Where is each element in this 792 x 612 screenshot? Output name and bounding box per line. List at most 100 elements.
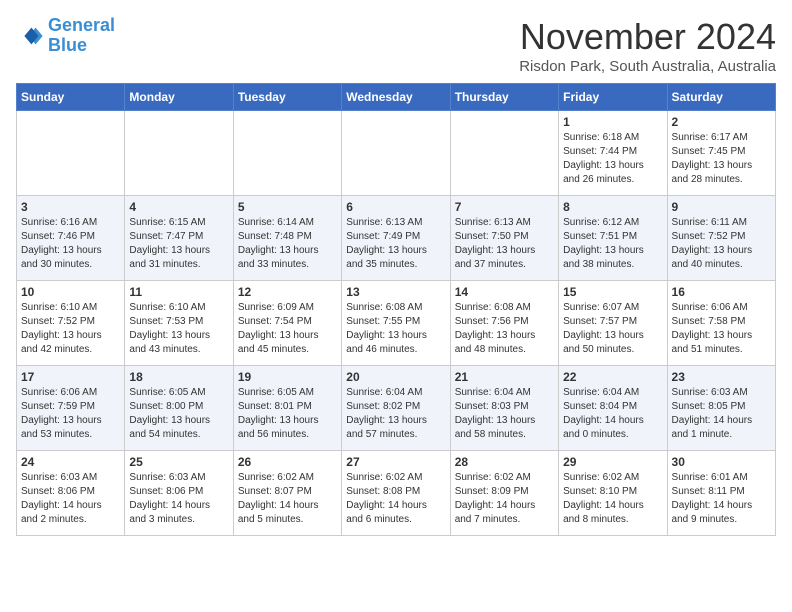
day-header-tuesday: Tuesday [233,84,341,111]
day-info: Sunrise: 6:05 AM Sunset: 8:00 PM Dayligh… [129,386,228,442]
day-number: 12 [238,285,337,299]
calendar-cell: 19Sunrise: 6:05 AM Sunset: 8:01 PM Dayli… [233,366,341,451]
day-info: Sunrise: 6:16 AM Sunset: 7:46 PM Dayligh… [21,216,120,272]
location: Risdon Park, South Australia, Australia [519,58,776,75]
calendar-cell: 24 Sunrise: 6:03 AM Sunset: 8:06 PM Dayli… [17,451,125,536]
day-number: 25 [129,455,228,469]
day-number: 13 [346,285,445,299]
day-info: Sunrise: 6:04 AM Sunset: 8:02 PM Dayligh… [346,386,445,442]
calendar-cell: 26 Sunrise: 6:02 AM Sunset: 8:07 PM Dayli… [233,451,341,536]
logo-icon [16,22,44,50]
day-number: 7 [455,200,554,214]
day-number: 4 [129,200,228,214]
day-info: Sunrise: 6:03 AM Sunset: 8:06 PM Dayligh… [21,471,120,527]
day-number: 22 [563,370,662,384]
title-block: November 2024 Risdon Park, South Austral… [519,16,776,75]
day-header-friday: Friday [559,84,667,111]
day-number: 16 [672,285,771,299]
day-info: Sunrise: 6:13 AM Sunset: 7:49 PM Dayligh… [346,216,445,272]
calendar-cell: 6 Sunrise: 6:13 AM Sunset: 7:49 PM Daylig… [342,196,450,281]
day-info: Sunrise: 6:11 AM Sunset: 7:52 PM Dayligh… [672,216,771,272]
calendar-cell: 7 Sunrise: 6:13 AM Sunset: 7:50 PM Daylig… [450,196,558,281]
calendar-cell: 12 Sunrise: 6:09 AM Sunset: 7:54 PM Dayli… [233,281,341,366]
day-info: Sunrise: 6:13 AM Sunset: 7:50 PM Dayligh… [455,216,554,272]
day-number: 9 [672,200,771,214]
day-info: Sunrise: 6:02 AM Sunset: 8:10 PM Dayligh… [563,471,662,527]
calendar-cell: 27 Sunrise: 6:02 AM Sunset: 8:08 PM Dayli… [342,451,450,536]
day-info: Sunrise: 6:02 AM Sunset: 8:07 PM Dayligh… [238,471,337,527]
page-header: General Blue November 2024 Risdon Park, … [16,16,776,75]
day-info: Sunrise: 6:15 AM Sunset: 7:47 PM Dayligh… [129,216,228,272]
day-info: Sunrise: 6:07 AM Sunset: 7:57 PM Dayligh… [563,301,662,357]
day-number: 2 [672,115,771,129]
calendar-cell [233,111,341,196]
day-info: Sunrise: 6:18 AM Sunset: 7:44 PM Dayligh… [563,131,662,187]
calendar-cell: 18 Sunrise: 6:05 AM Sunset: 8:00 PM Dayli… [125,366,233,451]
calendar-cell [342,111,450,196]
day-header-sunday: Sunday [17,84,125,111]
day-number: 21 [455,370,554,384]
calendar-cell: 17 Sunrise: 6:06 AM Sunset: 7:59 PM Dayli… [17,366,125,451]
calendar-cell: 21 Sunrise: 6:04 AM Sunset: 8:03 PM Dayli… [450,366,558,451]
day-info: Sunrise: 6:10 AM Sunset: 7:52 PM Dayligh… [21,301,120,357]
day-number: 29 [563,455,662,469]
calendar-cell: 22 Sunrise: 6:04 AM Sunset: 8:04 PM Dayli… [559,366,667,451]
day-number: 26 [238,455,337,469]
day-number: 14 [455,285,554,299]
day-info: Sunrise: 6:04 AM Sunset: 8:04 PM Dayligh… [563,386,662,442]
day-info: Sunrise: 6:04 AM Sunset: 8:03 PM Dayligh… [455,386,554,442]
day-number: 1 [563,115,662,129]
calendar-cell: 15Sunrise: 6:07 AM Sunset: 7:57 PM Dayli… [559,281,667,366]
calendar-cell: 30Sunrise: 6:01 AM Sunset: 8:11 PM Dayli… [667,451,775,536]
day-number: 5 [238,200,337,214]
calendar-cell: 11 Sunrise: 6:10 AM Sunset: 7:53 PM Dayli… [125,281,233,366]
day-number: 18 [129,370,228,384]
day-number: 23 [672,370,771,384]
day-number: 3 [21,200,120,214]
calendar-cell: 4 Sunrise: 6:15 AM Sunset: 7:47 PM Daylig… [125,196,233,281]
day-info: Sunrise: 6:03 AM Sunset: 8:06 PM Dayligh… [129,471,228,527]
calendar-cell: 28 Sunrise: 6:02 AM Sunset: 8:09 PM Dayli… [450,451,558,536]
day-info: Sunrise: 6:12 AM Sunset: 7:51 PM Dayligh… [563,216,662,272]
day-info: Sunrise: 6:03 AM Sunset: 8:05 PM Dayligh… [672,386,771,442]
day-info: Sunrise: 6:14 AM Sunset: 7:48 PM Dayligh… [238,216,337,272]
calendar-cell [125,111,233,196]
day-info: Sunrise: 6:06 AM Sunset: 7:59 PM Dayligh… [21,386,120,442]
day-info: Sunrise: 6:02 AM Sunset: 8:09 PM Dayligh… [455,471,554,527]
day-number: 10 [21,285,120,299]
day-number: 24 [21,455,120,469]
day-number: 8 [563,200,662,214]
day-number: 17 [21,370,120,384]
calendar-cell: 25 Sunrise: 6:03 AM Sunset: 8:06 PM Dayli… [125,451,233,536]
day-number: 6 [346,200,445,214]
calendar-cell [17,111,125,196]
day-info: Sunrise: 6:06 AM Sunset: 7:58 PM Dayligh… [672,301,771,357]
calendar-cell: 8 Sunrise: 6:12 AM Sunset: 7:51 PM Daylig… [559,196,667,281]
calendar-cell: 5 Sunrise: 6:14 AM Sunset: 7:48 PM Daylig… [233,196,341,281]
calendar-cell: 13 Sunrise: 6:08 AM Sunset: 7:55 PM Dayli… [342,281,450,366]
day-number: 27 [346,455,445,469]
calendar-table: SundayMondayTuesdayWednesdayThursdayFrid… [16,83,776,536]
day-number: 28 [455,455,554,469]
day-info: Sunrise: 6:09 AM Sunset: 7:54 PM Dayligh… [238,301,337,357]
day-info: Sunrise: 6:05 AM Sunset: 8:01 PM Dayligh… [238,386,337,442]
day-info: Sunrise: 6:08 AM Sunset: 7:56 PM Dayligh… [455,301,554,357]
day-header-monday: Monday [125,84,233,111]
calendar-cell: 23 Sunrise: 6:03 AM Sunset: 8:05 PM Dayli… [667,366,775,451]
calendar-cell: 10 Sunrise: 6:10 AM Sunset: 7:52 PM Dayli… [17,281,125,366]
calendar-cell: 16 Sunrise: 6:06 AM Sunset: 7:58 PM Dayli… [667,281,775,366]
day-info: Sunrise: 6:17 AM Sunset: 7:45 PM Dayligh… [672,131,771,187]
calendar-cell: 3 Sunrise: 6:16 AM Sunset: 7:46 PM Daylig… [17,196,125,281]
calendar-cell: 29 Sunrise: 6:02 AM Sunset: 8:10 PM Dayli… [559,451,667,536]
day-header-thursday: Thursday [450,84,558,111]
calendar-cell: 9 Sunrise: 6:11 AM Sunset: 7:52 PM Daylig… [667,196,775,281]
calendar-cell: 20 Sunrise: 6:04 AM Sunset: 8:02 PM Dayli… [342,366,450,451]
day-info: Sunrise: 6:10 AM Sunset: 7:53 PM Dayligh… [129,301,228,357]
day-number: 20 [346,370,445,384]
calendar-cell: 14 Sunrise: 6:08 AM Sunset: 7:56 PM Dayli… [450,281,558,366]
day-number: 11 [129,285,228,299]
day-info: Sunrise: 6:08 AM Sunset: 7:55 PM Dayligh… [346,301,445,357]
month-title: November 2024 [519,16,776,58]
calendar-cell: 1 Sunrise: 6:18 AM Sunset: 7:44 PM Daylig… [559,111,667,196]
day-info: Sunrise: 6:02 AM Sunset: 8:08 PM Dayligh… [346,471,445,527]
